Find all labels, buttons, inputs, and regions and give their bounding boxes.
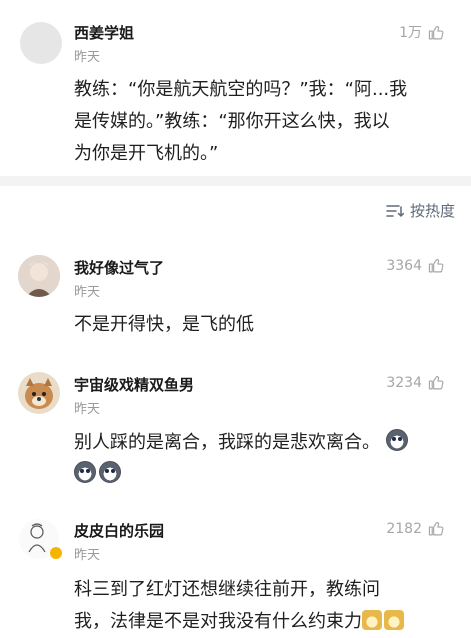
commenter-avatar[interactable]	[18, 372, 60, 414]
section-divider	[0, 176, 471, 186]
comment-item: 皮皮白的乐园 昨天 2182 科三到了红灯还想继续往前开，教练问 我，法律是不是…	[0, 518, 471, 632]
comment-like-button[interactable]: 3364	[386, 257, 445, 274]
comment-time: 昨天	[74, 548, 101, 563]
comment-item: 我好像过气了 昨天 3364 不是开得快，是飞的低	[0, 255, 471, 355]
sort-by-hot-button[interactable]: 按热度	[386, 200, 455, 221]
comment-time: 昨天	[74, 285, 101, 300]
emoji-row	[74, 459, 459, 491]
author-name[interactable]: 西姜学姐	[74, 22, 134, 43]
comment-content: 别人踩的是离合，我踩的是悲欢离合。	[74, 427, 459, 491]
comment-like-button[interactable]: 2182	[386, 520, 445, 537]
like-count: 2182	[386, 520, 422, 537]
husky-emoji-icon	[74, 461, 96, 483]
husky-emoji-icon	[99, 461, 121, 483]
commenter-name[interactable]: 宇宙级戏精双鱼男	[74, 374, 194, 395]
author-avatar[interactable]	[20, 22, 62, 64]
post-content: 教练：“你是航天航空的吗？”我：“阿...我 是传媒的。”教练：“那你开这么快，…	[74, 74, 454, 170]
comment-line-wrap: 别人踩的是离合，我踩的是悲欢离合。	[74, 427, 459, 459]
like-count: 3364	[386, 257, 422, 274]
commenter-name[interactable]: 我好像过气了	[74, 257, 164, 278]
thumb-up-icon	[428, 25, 444, 39]
comment-line-wrap: 我，法律是不是对我没有什么约束力	[74, 606, 464, 638]
commenter-avatar[interactable]	[18, 255, 60, 297]
commenter-name[interactable]: 皮皮白的乐园	[74, 520, 164, 541]
thumb-up-icon	[428, 376, 444, 390]
post-time: 昨天	[74, 50, 101, 65]
comment-content: 科三到了红灯还想继续往前开，教练问 我，法律是不是对我没有什么约束力	[74, 574, 464, 638]
post-like-button[interactable]: 1万	[399, 22, 445, 42]
comment-content: 不是开得快，是飞的低	[74, 309, 454, 341]
doge-emoji-icon	[384, 610, 404, 630]
comment-line: 别人踩的是离合，我踩的是悲欢离合。	[74, 432, 380, 453]
comment-like-button[interactable]: 3234	[386, 374, 445, 391]
like-count: 3234	[386, 374, 422, 391]
thumb-up-icon	[428, 259, 444, 273]
comment-line: 不是开得快，是飞的低	[74, 314, 254, 335]
husky-emoji-icon	[385, 429, 408, 451]
comment-time: 昨天	[74, 402, 101, 417]
thumb-up-icon	[428, 522, 444, 536]
like-count: 1万	[399, 25, 422, 41]
post-line: 是传媒的。”教练：“那你开这么快，我以	[74, 111, 390, 132]
post-line: 教练：“你是航天航空的吗？”我：“阿...我	[74, 79, 408, 100]
comment-line: 我，法律是不是对我没有什么约束力	[74, 611, 362, 632]
post-line: 为你是开飞机的。”	[74, 143, 219, 164]
doge-emoji-icon	[362, 610, 382, 630]
main-post: 西姜学姐 昨天 1万 教练：“你是航天航空的吗？”我：“阿...我 是传媒的。”…	[0, 0, 471, 176]
sort-icon	[386, 204, 404, 217]
comment-line: 科三到了红灯还想继续往前开，教练问	[74, 579, 380, 600]
verified-badge-icon	[49, 546, 63, 560]
commenter-avatar[interactable]	[18, 518, 63, 560]
sort-label: 按热度	[409, 202, 455, 220]
dog-avatar-icon	[18, 372, 60, 414]
comment-item: 宇宙级戏精双鱼男 昨天 3234 别人踩的是离合，我踩的是悲欢离合。	[0, 372, 471, 492]
person-avatar-icon	[18, 255, 60, 297]
